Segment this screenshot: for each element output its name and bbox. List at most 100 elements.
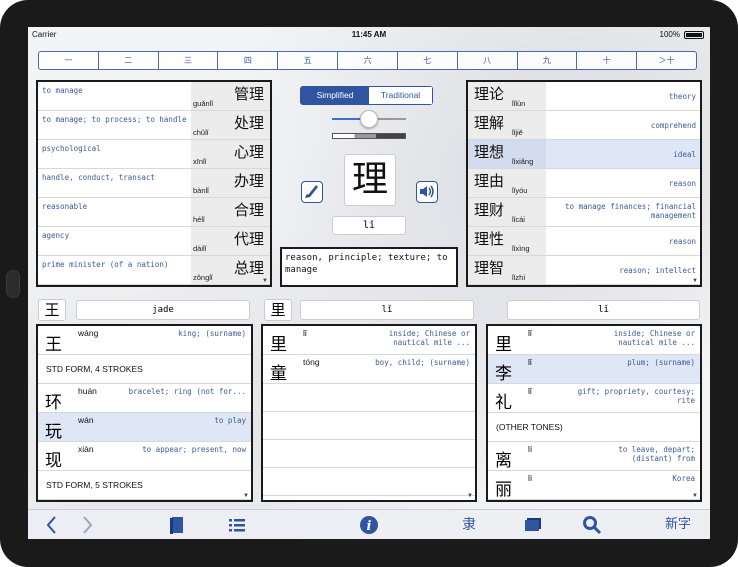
right-word-row[interactable]: 理解 lǐjiě comprehend [468, 111, 700, 140]
brush-button[interactable] [301, 181, 323, 203]
character-row[interactable]: 王 wáng king; (surname) [38, 326, 251, 355]
right-word-row[interactable]: 理由 lǐyóu reason [468, 169, 700, 198]
right-word-row[interactable]: 理财 lǐcái to manage finances; financial man… [468, 198, 700, 227]
character-pinyin: lí [528, 444, 533, 454]
main-character: 理 [344, 154, 396, 206]
stroke-count-11[interactable]: ＞十 [637, 52, 696, 69]
character-pinyin: huán [78, 386, 97, 396]
character-row[interactable]: 童 tóng boy, child; (surname) [263, 355, 475, 384]
main-pinyin: lǐ [332, 216, 406, 235]
left-word-row[interactable]: reasonable 合理 hélǐ [38, 198, 270, 227]
left-word-row[interactable]: agency 代理 dàilǐ [38, 227, 270, 256]
left-word-row[interactable]: to manage 管理 guǎnlǐ [38, 82, 270, 111]
audio-button[interactable] [416, 181, 438, 203]
book-icon [170, 517, 183, 534]
stroke-count-10[interactable]: 十 [577, 52, 638, 69]
right-word-hanzi: 理智 [474, 259, 505, 277]
character-definition: to play [214, 416, 246, 425]
stroke-count-9[interactable]: 九 [518, 52, 578, 69]
stroke-count-2[interactable]: 二 [99, 52, 159, 69]
stroke-count-3[interactable]: 三 [159, 52, 219, 69]
character-definition: king; (surname) [178, 329, 246, 338]
new-character-button[interactable]: 新字 [660, 514, 696, 536]
info-button[interactable]: i [358, 514, 380, 536]
character-row[interactable]: 里 lǐ inside; Chinese or nautical mile ... [488, 326, 700, 355]
right-word-definition: theory [668, 92, 696, 101]
stroke-count-8[interactable]: 八 [458, 52, 518, 69]
stroke-count-7[interactable]: 七 [398, 52, 458, 69]
character-row[interactable]: 现 xiàn to appear; present, now [38, 442, 251, 471]
character-definition: inside; Chinese or nautical mile ... [613, 329, 695, 347]
character-row[interactable]: 礼 lǐ gift; propriety, courtesy; rite [488, 384, 700, 413]
simplified-option[interactable]: Simplified [301, 87, 369, 104]
back-button[interactable] [41, 514, 63, 536]
component-meaning-field: jade [76, 300, 250, 320]
battery-percent: 100% [659, 30, 680, 39]
right-word-hanzi: 理解 [474, 114, 505, 132]
stroke-count-6[interactable]: 六 [338, 52, 398, 69]
forward-button[interactable] [76, 514, 98, 536]
stroke-order-button[interactable]: 隶 [458, 514, 480, 536]
character-row[interactable]: 离 lí to leave, depart; (distant) from [488, 442, 700, 471]
character-row[interactable]: 里 lǐ inside; Chinese or nautical mile ... [263, 326, 475, 355]
cards-icon [525, 518, 541, 531]
left-word-hanzi: 心理 [233, 143, 264, 161]
character-hanzi: 离 [495, 451, 512, 471]
character-definition: to appear; present, now [142, 445, 246, 454]
character-pinyin: tóng [303, 357, 320, 367]
main-definition: reason, principle; texture; to manage [280, 247, 458, 287]
stroke-count-4[interactable]: 四 [218, 52, 279, 69]
radical-character-list[interactable]: 王 wáng king; (surname) STD FORM, 4 STROKES 环… [36, 324, 253, 502]
list-button[interactable] [226, 514, 248, 536]
left-word-definition: psychological [42, 144, 101, 153]
right-word-definition: reason [668, 179, 696, 188]
phonetic-character-list[interactable]: 里 lǐ inside; Chinese or nautical mile ... 童… [261, 324, 477, 502]
right-word-pinyin: lǐjiě [512, 128, 523, 137]
scroll-down-icon: ▼ [692, 278, 698, 284]
right-word-row[interactable]: 理性 lǐxìng reason [468, 227, 700, 256]
bottom-toolbar: i 隶 新字 [28, 509, 710, 539]
character-pinyin: xiàn [78, 444, 94, 454]
right-word-definition: reason; intellect [619, 266, 696, 275]
stroke-count-5[interactable]: 五 [278, 52, 339, 69]
left-word-definition: agency [42, 231, 70, 240]
size-slider-knob[interactable] [360, 110, 378, 128]
right-word-definition: ideal [673, 150, 696, 159]
homophone-character-list[interactable]: 里 lǐ inside; Chinese or nautical mile ... 李… [486, 324, 702, 502]
left-word-row[interactable]: handle, conduct, transact 办理 bànlǐ [38, 169, 270, 198]
right-word-row[interactable]: 理想 lǐxiǎng ideal [468, 140, 700, 169]
right-word-row[interactable]: 理论 lǐlùn theory [468, 82, 700, 111]
scroll-down-icon: ▼ [692, 493, 698, 499]
left-word-list[interactable]: to manage 管理 guǎnlǐ to manage; to process; … [36, 80, 272, 287]
character-row[interactable]: 丽 lì Korea [488, 471, 700, 500]
right-word-hanzi: 理论 [474, 85, 505, 103]
character-definition: bracelet; ring (not for... [128, 387, 246, 396]
app-screen: Carrier 11:45 AM 100% 一二三四五六七八九十＞十 to ma… [28, 27, 710, 539]
scroll-down-icon: ▼ [467, 493, 473, 499]
home-button[interactable] [6, 270, 20, 298]
character-row[interactable]: 环 huán bracelet; ring (not for... [38, 384, 251, 413]
left-word-definition: reasonable [42, 202, 88, 211]
cards-button[interactable] [522, 514, 544, 536]
chevron-left-icon [46, 516, 56, 534]
character-hanzi: 里 [495, 335, 512, 355]
left-word-row[interactable]: prime minister (of a nation) 总理 zǒnglǐ [38, 256, 270, 285]
right-word-hanzi: 理财 [474, 201, 505, 219]
component-char-middle[interactable]: 里 [264, 299, 292, 321]
right-word-row[interactable]: 理智 lǐzhì reason; intellect [468, 256, 700, 285]
character-row[interactable]: 玩 wán to play [38, 413, 251, 442]
left-word-row[interactable]: to manage; to process; to handle 处理 chǔlǐ [38, 111, 270, 140]
stroke-count-1[interactable]: 一 [39, 52, 99, 69]
character-hanzi: 王 [45, 335, 62, 355]
search-icon [583, 516, 602, 535]
search-button[interactable] [581, 514, 603, 536]
left-word-row[interactable]: psychological 心理 xīnlǐ [38, 140, 270, 169]
traditional-option[interactable]: Traditional [369, 87, 432, 104]
book-button[interactable] [166, 514, 188, 536]
clock: 11:45 AM [351, 30, 387, 39]
right-word-definition: reason [668, 237, 696, 246]
character-pinyin: wán [78, 415, 94, 425]
right-word-list[interactable]: 理论 lǐlùn theory 理解 lǐjiě comprehend 理想 lǐxiǎng i… [466, 80, 702, 287]
component-char-left[interactable]: 王 [38, 299, 66, 321]
character-row[interactable]: 李 lǐ plum; (surname) [488, 355, 700, 384]
